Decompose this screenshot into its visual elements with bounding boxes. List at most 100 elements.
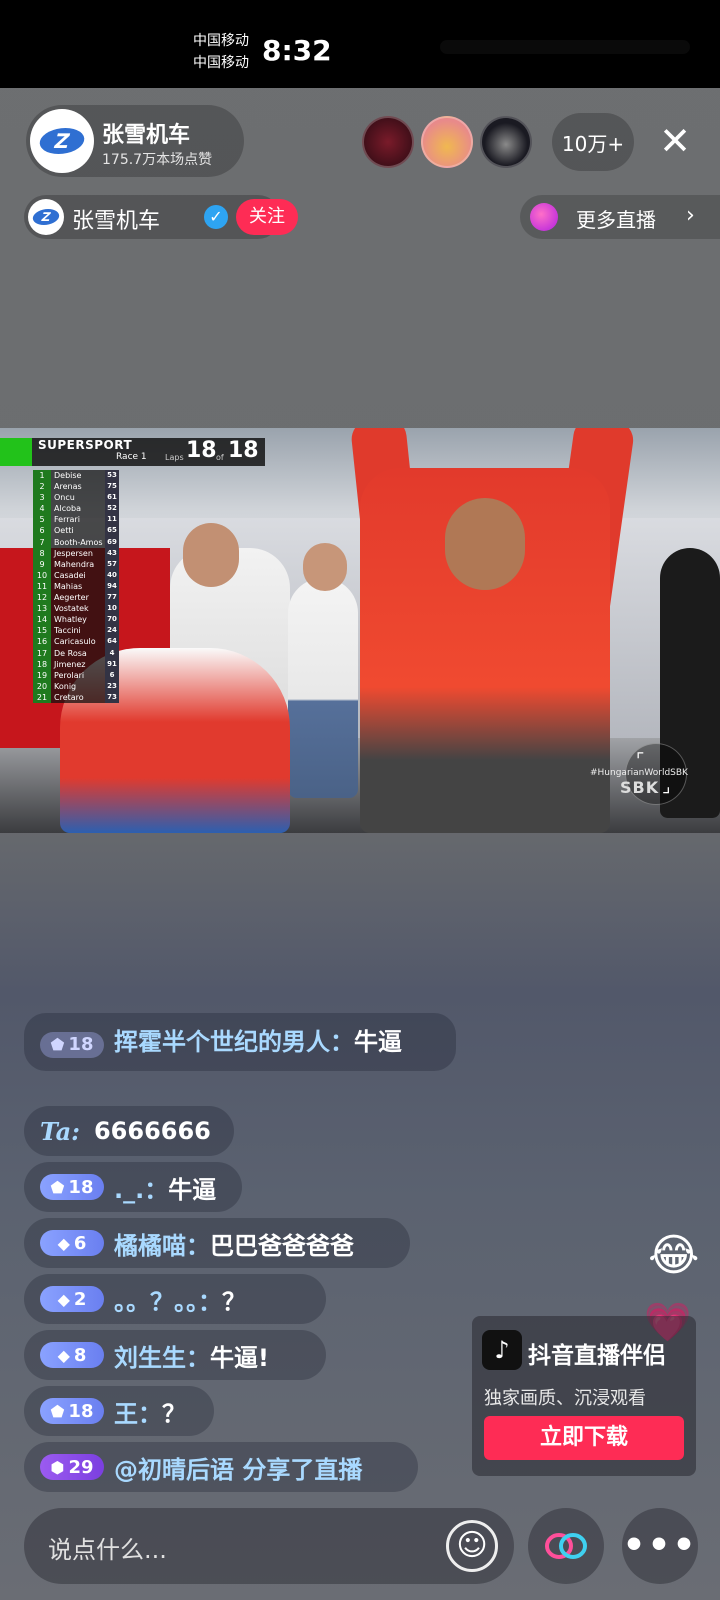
- shield-icon: ⬟: [50, 1401, 65, 1421]
- follow-button[interactable]: 关注: [236, 199, 298, 235]
- ranking-rider-number: 75: [105, 481, 119, 493]
- anchor-name: 张雪机车: [102, 123, 191, 148]
- broadcast-hashtag: #HungarianWorldSBK: [590, 768, 688, 778]
- chat-message[interactable]: ⬟ 18 王：？: [24, 1386, 214, 1436]
- live-video[interactable]: SUPERSPORT Race 1 Laps 18 of 18 1 Debise 5…: [0, 428, 720, 833]
- chevron-right-icon: ›: [686, 203, 695, 228]
- ranking-rider-number: 40: [105, 569, 119, 581]
- chat-message[interactable]: ⬟ 18 ._.： 牛逼: [24, 1162, 242, 1212]
- promo-card[interactable]: ♪ 抖音直播伴侣 独家画质、沉浸观看 立即下载: [472, 1316, 696, 1476]
- ranking-rider-number: 53: [105, 470, 119, 482]
- ranking-rider-number: 73: [105, 691, 119, 703]
- comment-placeholder: 说点什么...: [48, 1536, 167, 1564]
- ranking-position: 4: [33, 503, 51, 515]
- viewer-count[interactable]: 10万+: [552, 113, 634, 171]
- ranking-rider-name: Ferrari: [54, 515, 80, 525]
- ranking-row: 4 Alcoba 52: [33, 503, 119, 515]
- ranking-rider-number: 70: [105, 614, 119, 626]
- chat-text: 牛逼!: [210, 1343, 269, 1372]
- user-level-badge: ⬢ 29: [40, 1454, 104, 1480]
- promo-subtitle: 独家画质、沉浸观看: [484, 1388, 646, 1409]
- ranking-rider-name: Casadei: [54, 570, 86, 580]
- level-number: 2: [73, 1288, 87, 1310]
- ranking-position: 1: [33, 470, 51, 482]
- chat-text: 牛逼: [354, 1028, 402, 1056]
- comment-input[interactable]: 说点什么... ☺: [24, 1508, 514, 1584]
- ranking-rider-number: 77: [105, 592, 119, 604]
- chat-username: ._.：: [114, 1175, 169, 1204]
- emoji-icon[interactable]: ☺: [446, 1520, 498, 1572]
- chat-message[interactable]: ⬢ 29 @初晴后语 分享了直播: [24, 1442, 418, 1492]
- chat-message[interactable]: ◆ 8 刘生生： 牛逼!: [24, 1330, 326, 1380]
- anchor-avatar[interactable]: Z: [30, 109, 94, 173]
- clock: 8:32: [262, 34, 332, 67]
- chat-message[interactable]: ◆ 6 橘橘喵： 巴巴爸爸爸爸: [24, 1218, 410, 1268]
- level-number: 18: [68, 1176, 94, 1198]
- ranking-position: 19: [33, 669, 51, 681]
- sbk-logo: SBK: [620, 778, 660, 797]
- more-options-icon[interactable]: •••: [622, 1508, 698, 1584]
- ranking-rider-name: Konig: [54, 681, 77, 691]
- shield-icon: ⬟: [50, 1177, 65, 1197]
- ranking-row: 10 Casadei 40: [33, 569, 119, 581]
- viewer-avatar-2[interactable]: [421, 116, 473, 168]
- ranking-position: 8: [33, 547, 51, 559]
- anchor-info[interactable]: Z 张雪机车 175.7万本场点赞: [26, 105, 244, 177]
- video-person: [288, 578, 358, 798]
- hexagon-icon: ⬢: [50, 1457, 65, 1477]
- more-live-label: 更多直播: [576, 208, 656, 232]
- carrier-1: 中国移动: [193, 33, 249, 49]
- chat-text: 牛逼: [168, 1175, 217, 1204]
- viewer-avatar-1[interactable]: [362, 116, 414, 168]
- ranking-rider-name: Jimenez: [54, 659, 86, 669]
- chat-message[interactable]: ◆ 2 。。？。。：？: [24, 1274, 326, 1324]
- laughing-emoji-icon: 😂: [648, 1230, 700, 1281]
- ranking-row: 20 Konig 23: [33, 680, 119, 692]
- chat-username: 挥霍半个世纪的男人：: [114, 1028, 354, 1056]
- level-number: 18: [68, 1034, 94, 1055]
- douyin-icon: ♪: [482, 1330, 522, 1370]
- video-person-head: [303, 543, 347, 591]
- ranking-row: 13 Vostatek 10: [33, 603, 119, 615]
- ranking-rider-name: Cretaro: [54, 692, 84, 702]
- race-series: SUPERSPORT: [38, 438, 133, 452]
- ranking-rider-number: 10: [105, 603, 119, 615]
- ranking-row: 3 Oncu 61: [33, 492, 119, 504]
- lap-total: 18: [228, 438, 259, 463]
- ranking-rider-number: 4: [105, 647, 119, 659]
- ranking-rider-name: Mahendra: [54, 559, 95, 569]
- chat-message[interactable]: ⬟ 18 挥霍半个世纪的男人：牛逼: [24, 1013, 456, 1071]
- download-button[interactable]: 立即下载: [484, 1416, 684, 1460]
- ranking-position: 18: [33, 658, 51, 670]
- chat-message[interactable]: Ta: 6666666: [24, 1106, 234, 1156]
- ranking-rider-name: Jespersen: [54, 548, 93, 558]
- ranking-rider-name: Mahias: [54, 581, 83, 591]
- ranking-position: 20: [33, 680, 51, 692]
- video-person-head: [183, 523, 239, 587]
- ranking-rider-number: 61: [105, 492, 119, 504]
- promo-title: 抖音直播伴侣: [528, 1343, 666, 1369]
- brand-logo-icon: Z: [30, 209, 62, 225]
- ranking-position: 11: [33, 580, 51, 593]
- user-level-badge: ⬟ 18: [40, 1174, 104, 1200]
- link-icon: [545, 1533, 587, 1559]
- carrier-info: 中国移动 中国移动: [193, 30, 249, 74]
- link-mic-button[interactable]: [528, 1508, 604, 1584]
- ranking-rider-name: Debise: [54, 471, 82, 480]
- race-overlay-header: SUPERSPORT Race 1 Laps 18 of 18: [0, 438, 265, 466]
- room-title-bar[interactable]: Z 张雪机车 ✓ 关注: [24, 195, 298, 239]
- verified-icon: ✓: [204, 205, 228, 229]
- more-live-button[interactable]: 更多直播 ›: [520, 195, 720, 239]
- laps-of-label: of: [216, 453, 224, 462]
- ranking-row: 9 Mahendra 57: [33, 558, 119, 570]
- ranking-position: 12: [33, 592, 51, 604]
- ranking-rider-number: 91: [105, 658, 119, 670]
- viewer-avatar-3[interactable]: [480, 116, 532, 168]
- ranking-rider-number: 57: [105, 558, 119, 570]
- ranking-position: 5: [33, 514, 51, 526]
- ranking-rider-name: Alcoba: [54, 504, 81, 514]
- ranking-rider-name: Oncu: [54, 493, 75, 503]
- close-icon[interactable]: ✕: [652, 118, 698, 164]
- live-icon: [530, 203, 558, 231]
- ranking-row: 19 Perolari 6: [33, 669, 119, 681]
